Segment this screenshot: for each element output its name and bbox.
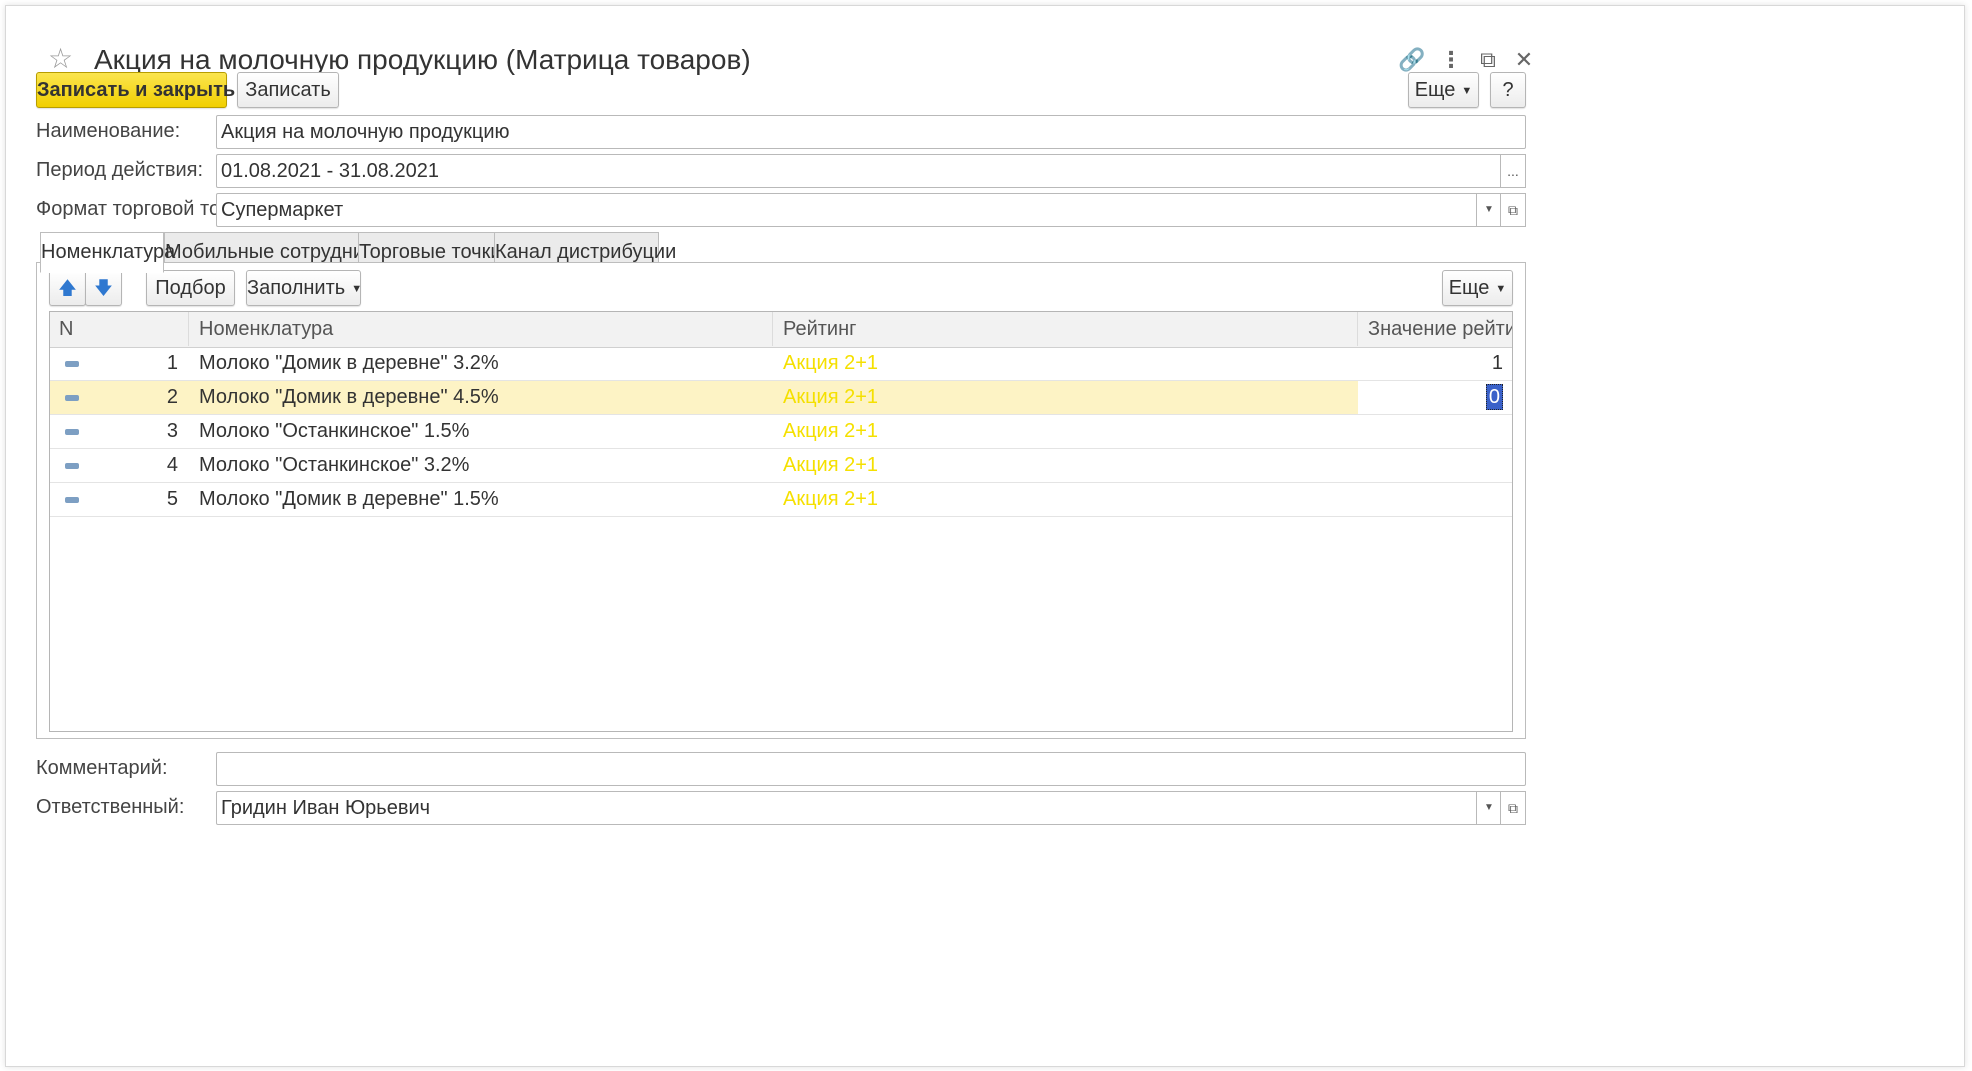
move-up-button[interactable]: 🡅 [49,270,86,306]
period-field[interactable]: 01.08.2021 - 31.08.2021 [216,154,1502,188]
table-row[interactable]: 1 Молоко "Домик в деревне" 3.2% Акция 2+… [50,347,1512,381]
column-header-n[interactable]: N [50,312,189,346]
row-number: 5 [166,488,178,510]
row-rating-value[interactable]: 1 [1358,347,1503,380]
table-row[interactable]: 3 Молоко "Останкинское" 1.5% Акция 2+1 [50,415,1512,449]
row-item[interactable]: Молоко "Домик в деревне" 1.5% [199,483,499,516]
row-rating-value[interactable] [1358,449,1503,482]
name-label: Наименование: [36,120,181,142]
close-icon[interactable]: ✕ [1510,46,1538,74]
table-header: N Номенклатура Рейтинг Значение рейтинга [50,312,1512,348]
pick-button[interactable]: Подбор [146,270,235,306]
row-rating[interactable]: Акция 2+1 [783,415,878,448]
table-row-selected[interactable]: 2 Молоко "Домик в деревне" 4.5% Акция 2+… [50,381,1512,415]
comment-label: Комментарий: [36,757,168,779]
row-number: 2 [166,386,178,408]
table-more-button[interactable]: Еще ▼ [1442,270,1513,306]
chevron-down-icon: ▼ [1495,282,1507,295]
row-number: 4 [166,454,178,476]
table-more-label: Еще [1448,277,1490,299]
row-rating-value[interactable] [1358,483,1503,516]
period-label: Период действия: [36,159,204,181]
responsible-dropdown-icon[interactable]: ▼ [1476,791,1502,825]
row-item[interactable]: Молоко "Останкинское" 3.2% [199,449,469,482]
row-rating[interactable]: Акция 2+1 [783,381,878,414]
chevron-down-icon: ▼ [351,282,363,295]
row-item[interactable]: Молоко "Домик в деревне" 3.2% [199,347,499,380]
responsible-field[interactable]: Гридин Иван Юрьевич [216,791,1478,825]
more-button[interactable]: Еще ▼ [1408,72,1479,108]
move-down-button[interactable]: 🡇 [85,270,122,306]
format-open-icon[interactable]: ⧉ [1500,193,1526,227]
responsible-open-icon[interactable]: ⧉ [1500,791,1526,825]
rating-value-input[interactable]: 0 [1485,384,1503,410]
row-rating-value[interactable] [1358,415,1503,448]
column-header-rating[interactable]: Рейтинг [773,312,1358,346]
row-rating[interactable]: Акция 2+1 [783,347,878,380]
name-field[interactable]: Акция на молочную продукцию [216,115,1526,149]
format-dropdown-icon[interactable]: ▼ [1476,193,1502,227]
row-rating[interactable]: Акция 2+1 [783,483,878,516]
format-field[interactable]: Супермаркет [216,193,1478,227]
row-item[interactable]: Молоко "Домик в деревне" 4.5% [199,381,499,414]
table-row[interactable]: 5 Молоко "Домик в деревне" 1.5% Акция 2+… [50,483,1512,517]
save-button[interactable]: Записать [237,72,339,108]
form-window: ☆ Акция на молочную продукцию (Матрица т… [5,5,1965,1067]
help-button[interactable]: ? [1490,72,1526,108]
row-rating-value-editor[interactable]: 0 [1358,381,1503,414]
column-header-rating-value[interactable]: Значение рейтинга [1358,312,1512,346]
link-icon[interactable]: 🔗 [1398,46,1426,74]
table-row[interactable]: 4 Молоко "Останкинское" 3.2% Акция 2+1 [50,449,1512,483]
tab-nomenclature[interactable]: Номенклатура [40,232,175,273]
nomenclature-table[interactable]: N Номенклатура Рейтинг Значение рейтинга… [49,311,1513,732]
row-rating[interactable]: Акция 2+1 [783,449,878,482]
period-select-button[interactable]: ... [1500,154,1526,188]
maximize-icon[interactable]: ⧉ [1474,46,1502,74]
row-number: 3 [166,420,178,442]
more-button-label: Еще [1414,79,1456,101]
column-header-nomenclature[interactable]: Номенклатура [189,312,773,346]
save-and-close-button[interactable]: Записать и закрыть [36,72,235,108]
chevron-down-icon: ▼ [1461,84,1473,97]
more-actions-icon[interactable]: ⋮ [1437,46,1465,74]
fill-button-label: Заполнить [247,277,346,299]
favorite-star-icon[interactable]: ☆ [48,44,78,74]
row-number: 1 [166,352,178,374]
responsible-label: Ответственный: [36,796,185,818]
comment-field[interactable] [216,752,1526,786]
row-item[interactable]: Молоко "Останкинское" 1.5% [199,415,469,448]
fill-button[interactable]: Заполнить ▼ [246,270,363,306]
